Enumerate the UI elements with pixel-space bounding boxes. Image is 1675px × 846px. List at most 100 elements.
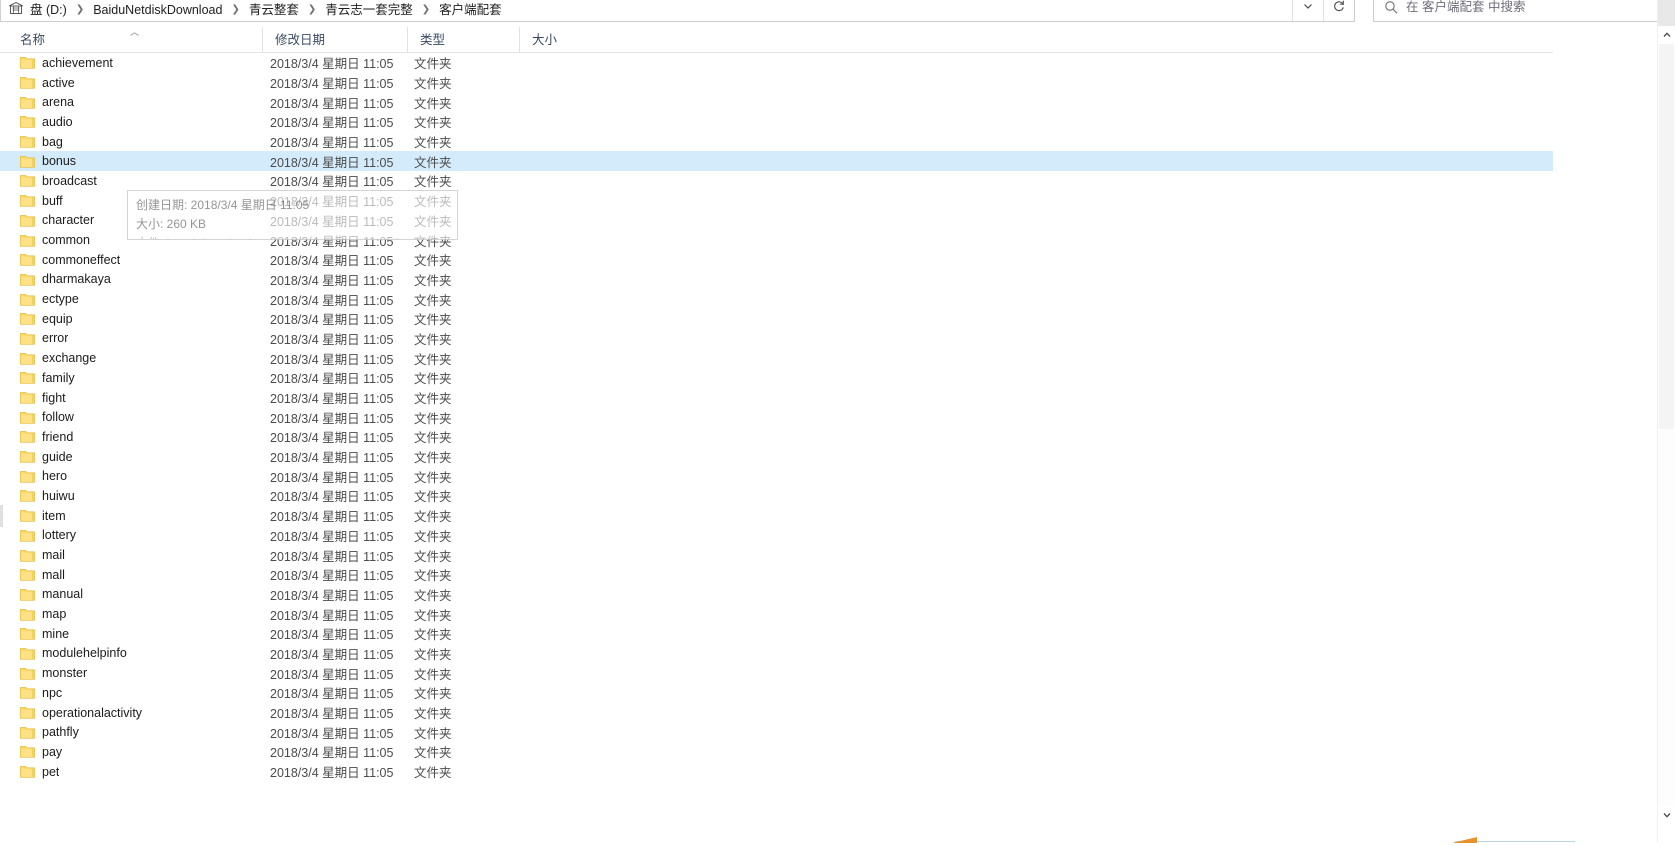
table-row[interactable]: friend 2018/3/4 星期日 11:05 文件夹: [0, 427, 1553, 447]
breadcrumb-item-qingyun-set[interactable]: 青云整套: [246, 1, 302, 19]
file-row-name-cell[interactable]: active: [0, 76, 262, 90]
file-row-name-cell[interactable]: exchange: [0, 351, 262, 365]
table-row[interactable]: pathfly 2018/3/4 星期日 11:05 文件夹: [0, 722, 1553, 742]
column-header-size[interactable]: 大小: [519, 27, 599, 52]
column-header-name[interactable]: 名称 ︿: [0, 27, 262, 52]
table-row[interactable]: bonus 2018/3/4 星期日 11:05 文件夹: [0, 151, 1553, 172]
file-row-date-cell: 2018/3/4 星期日 11:05: [270, 628, 394, 643]
file-row-name-cell[interactable]: arena: [0, 95, 262, 109]
file-row-name-cell[interactable]: manual: [0, 587, 262, 601]
table-row[interactable]: hero 2018/3/4 星期日 11:05 文件夹: [0, 466, 1553, 486]
table-row[interactable]: fight 2018/3/4 星期日 11:05 文件夹: [0, 388, 1553, 408]
file-row-name-cell[interactable]: equip: [0, 312, 262, 326]
file-row-name-cell[interactable]: operationalactivity: [0, 706, 262, 720]
breadcrumb-item-baidunetdiskdownload[interactable]: BaiduNetdiskDownload: [90, 1, 225, 19]
breadcrumb-item-drive[interactable]: 盘 (D:): [27, 1, 70, 19]
table-row[interactable]: achievement 2018/3/4 星期日 11:05 文件夹: [0, 53, 1553, 73]
file-row-name-cell[interactable]: family: [0, 371, 262, 385]
file-row-name-cell[interactable]: item: [0, 509, 262, 523]
file-row-name-cell[interactable]: bag: [0, 135, 262, 149]
table-row[interactable]: bag 2018/3/4 星期日 11:05 文件夹: [0, 132, 1553, 152]
table-row[interactable]: ectype 2018/3/4 星期日 11:05 文件夹: [0, 289, 1553, 309]
breadcrumb-separator-icon[interactable]: ❯: [416, 2, 436, 18]
table-row[interactable]: item 2018/3/4 星期日 11:05 文件夹: [0, 506, 1553, 526]
column-header-date-modified[interactable]: 修改日期: [262, 27, 407, 52]
file-list[interactable]: achievement 2018/3/4 星期日 11:05 文件夹 active 20…: [0, 53, 1553, 842]
table-row[interactable]: pet 2018/3/4 星期日 11:05 文件夹: [0, 762, 1553, 782]
table-row[interactable]: mine 2018/3/4 星期日 11:05 文件夹: [0, 624, 1553, 644]
table-row[interactable]: map 2018/3/4 星期日 11:05 文件夹: [0, 604, 1553, 624]
table-row[interactable]: monster 2018/3/4 星期日 11:05 文件夹: [0, 663, 1553, 683]
scrollbar-track[interactable]: [1658, 44, 1675, 806]
table-row[interactable]: manual 2018/3/4 星期日 11:05 文件夹: [0, 585, 1553, 605]
table-row[interactable]: equip 2018/3/4 星期日 11:05 文件夹: [0, 309, 1553, 329]
table-row[interactable]: mall 2018/3/4 星期日 11:05 文件夹: [0, 565, 1553, 585]
table-row[interactable]: active 2018/3/4 星期日 11:05 文件夹: [0, 73, 1553, 93]
table-row[interactable]: huiwu 2018/3/4 星期日 11:05 文件夹: [0, 486, 1553, 506]
refresh-button[interactable]: [1323, 0, 1354, 21]
address-bar[interactable]: 盘 (D:) ❯ BaiduNetdiskDownload ❯ 青云整套 ❯ 青…: [0, 0, 1355, 22]
file-row-name-cell[interactable]: modulehelpinfo: [0, 646, 262, 660]
table-row[interactable]: exchange 2018/3/4 星期日 11:05 文件夹: [0, 348, 1553, 368]
column-header-type[interactable]: 类型: [407, 27, 519, 52]
table-row[interactable]: broadcast 2018/3/4 星期日 11:05 文件夹: [0, 171, 1553, 191]
table-row[interactable]: mail 2018/3/4 星期日 11:05 文件夹: [0, 545, 1553, 565]
file-row-name-cell[interactable]: error: [0, 331, 262, 345]
breadcrumb-item-client-package[interactable]: 客户端配套: [436, 1, 505, 19]
file-row-type-cell: 文件夹: [414, 588, 452, 603]
breadcrumb-separator-icon[interactable]: ❯: [302, 2, 322, 18]
file-row-type-cell: 文件夹: [414, 431, 452, 446]
file-row-name-cell[interactable]: friend: [0, 430, 262, 444]
scrollbar-down-button[interactable]: [1658, 807, 1675, 824]
table-row[interactable]: audio 2018/3/4 星期日 11:05 文件夹: [0, 112, 1553, 132]
file-row-name-cell[interactable]: monster: [0, 666, 262, 680]
table-row[interactable]: family 2018/3/4 星期日 11:05 文件夹: [0, 368, 1553, 388]
table-row[interactable]: modulehelpinfo 2018/3/4 星期日 11:05 文件夹: [0, 644, 1553, 664]
table-row[interactable]: lottery 2018/3/4 星期日 11:05 文件夹: [0, 526, 1553, 546]
file-row-name-cell[interactable]: achievement: [0, 56, 262, 70]
file-name-label: map: [42, 607, 67, 622]
file-row-name-cell[interactable]: ectype: [0, 292, 262, 306]
file-row-name-cell[interactable]: lottery: [0, 528, 262, 542]
file-row-name-cell[interactable]: mine: [0, 627, 262, 641]
file-row-name-cell[interactable]: audio: [0, 115, 262, 129]
file-row-name-cell[interactable]: npc: [0, 686, 262, 700]
file-row-name-cell[interactable]: bonus: [0, 154, 262, 168]
breadcrumb-item-qingyunzhi-full[interactable]: 青云志一套完整: [322, 1, 416, 19]
folder-icon: [20, 115, 35, 129]
table-row[interactable]: npc 2018/3/4 星期日 11:05 文件夹: [0, 683, 1553, 703]
file-row-name-cell[interactable]: pay: [0, 745, 262, 759]
file-row-name-cell[interactable]: hero: [0, 469, 262, 483]
file-row-type-cell: 文件夹: [414, 569, 452, 584]
file-row-name-cell[interactable]: guide: [0, 450, 262, 464]
column-header-row: 名称 ︿ 修改日期 类型 大小: [0, 27, 1553, 53]
file-row-name-cell[interactable]: mall: [0, 568, 262, 582]
table-row[interactable]: dharmakaya 2018/3/4 星期日 11:05 文件夹: [0, 270, 1553, 290]
file-row-name-cell[interactable]: follow: [0, 410, 262, 424]
file-row-name-cell[interactable]: broadcast: [0, 174, 262, 188]
search-input[interactable]: 在 客户端配套 中搜索: [1373, 0, 1675, 22]
breadcrumb[interactable]: 盘 (D:) ❯ BaiduNetdiskDownload ❯ 青云整套 ❯ 青…: [8, 0, 1292, 21]
file-row-name-cell[interactable]: commoneffect: [0, 253, 262, 267]
file-row-name-cell[interactable]: map: [0, 607, 262, 621]
scrollbar-up-button[interactable]: [1658, 27, 1675, 44]
file-row-name-cell[interactable]: huiwu: [0, 489, 262, 503]
file-row-type-cell: 文件夹: [414, 273, 452, 288]
file-row-name-cell[interactable]: pathfly: [0, 725, 262, 739]
table-row[interactable]: operationalactivity 2018/3/4 星期日 11:05 文件夹: [0, 703, 1553, 723]
breadcrumb-separator-icon[interactable]: ❯: [225, 2, 245, 18]
scrollbar-thumb[interactable]: [1659, 44, 1674, 429]
table-row[interactable]: guide 2018/3/4 星期日 11:05 文件夹: [0, 447, 1553, 467]
table-row[interactable]: pay 2018/3/4 星期日 11:05 文件夹: [0, 742, 1553, 762]
file-row-name-cell[interactable]: dharmakaya: [0, 272, 262, 286]
file-row-name-cell[interactable]: fight: [0, 391, 262, 405]
vertical-scrollbar[interactable]: [1657, 0, 1675, 842]
file-row-name-cell[interactable]: pet: [0, 765, 262, 779]
table-row[interactable]: commoneffect 2018/3/4 星期日 11:05 文件夹: [0, 250, 1553, 270]
file-row-name-cell[interactable]: mail: [0, 548, 262, 562]
breadcrumb-separator-icon[interactable]: ❯: [70, 2, 90, 18]
table-row[interactable]: error 2018/3/4 星期日 11:05 文件夹: [0, 329, 1553, 349]
address-history-dropdown-button[interactable]: [1292, 0, 1323, 21]
table-row[interactable]: arena 2018/3/4 星期日 11:05 文件夹: [0, 92, 1553, 112]
table-row[interactable]: follow 2018/3/4 星期日 11:05 文件夹: [0, 407, 1553, 427]
